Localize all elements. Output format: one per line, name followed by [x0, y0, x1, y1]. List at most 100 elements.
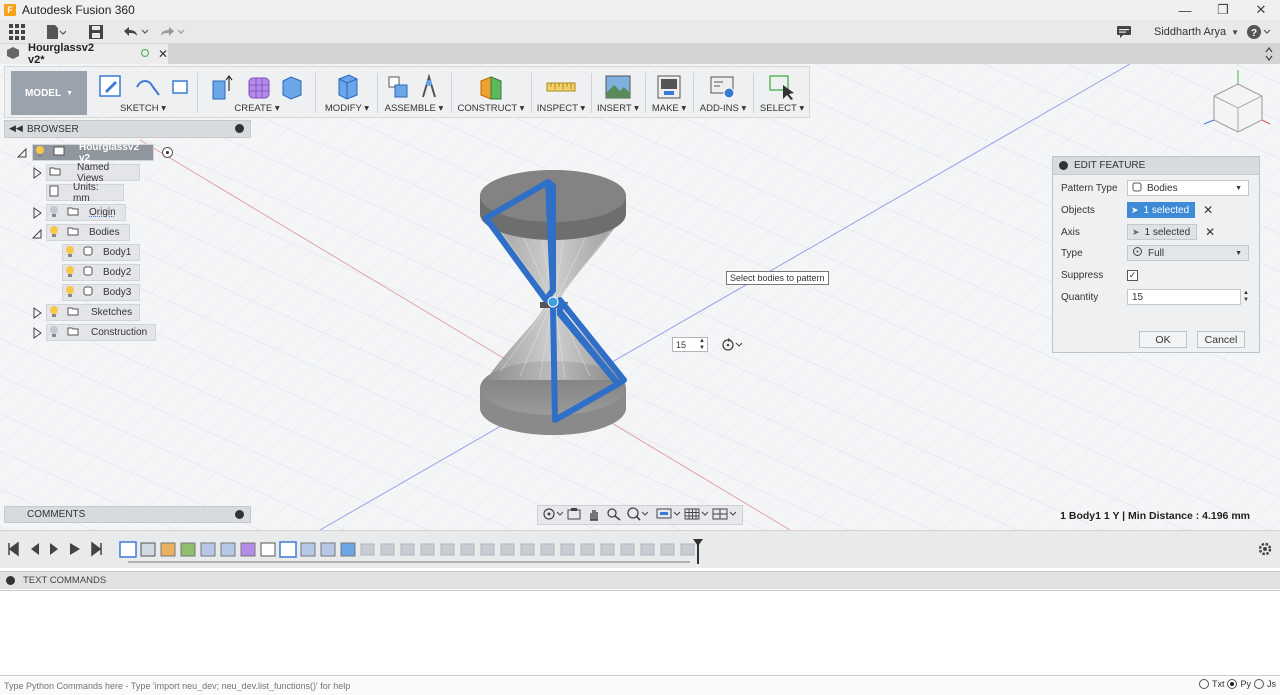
- suppress-checkbox[interactable]: ✓: [1127, 269, 1138, 281]
- dialog-header[interactable]: EDIT FEATURE: [1053, 157, 1259, 175]
- toolbar-group-select[interactable]: SELECT ▾: [757, 71, 807, 115]
- toolbar-group-label: MAKE ▾: [651, 103, 687, 114]
- create-tools-icons: [212, 75, 302, 100]
- undo-icon[interactable]: [120, 23, 150, 41]
- toolbar-group-assemble[interactable]: ASSEMBLE ▾: [381, 71, 447, 115]
- clear-objects-icon[interactable]: ✕: [1203, 203, 1213, 217]
- file-menu-icon[interactable]: [44, 23, 66, 41]
- collapse-icon[interactable]: [17, 146, 27, 158]
- app-grid-icon[interactable]: [8, 23, 26, 41]
- browser-panel-header[interactable]: ◀◀ BROWSER: [4, 120, 251, 138]
- axis-selection-button[interactable]: ➤ 1 selected: [1127, 224, 1198, 240]
- expand-icon[interactable]: [32, 167, 42, 179]
- document-settings-icon: [49, 185, 59, 200]
- help-icon[interactable]: ?: [1246, 23, 1272, 41]
- toolbar-group-modify[interactable]: MODIFY ▾: [321, 71, 373, 115]
- lightbulb-off-icon[interactable]: [49, 325, 59, 340]
- toolbar-group-make[interactable]: MAKE ▾: [649, 71, 689, 115]
- display-settings-icon[interactable]: [656, 507, 681, 524]
- text-commands-output[interactable]: [0, 590, 1280, 676]
- browser-options-icon[interactable]: [235, 124, 244, 133]
- collapse-icon[interactable]: [32, 227, 42, 239]
- timeline-settings-icon[interactable]: [1258, 542, 1272, 556]
- browser-root-node[interactable]: Hourglassv2 v2: [32, 142, 154, 164]
- workspace-mode-button[interactable]: MODEL ▼: [11, 71, 87, 115]
- grid-settings-icon[interactable]: [684, 507, 709, 524]
- toolbar-group-sketch[interactable]: SKETCH ▾: [93, 71, 193, 115]
- viewports-icon[interactable]: [712, 507, 737, 524]
- browser-item-construction[interactable]: Construction: [46, 324, 156, 341]
- expand-icon[interactable]: [32, 207, 42, 219]
- browser-item-body2[interactable]: Body2: [62, 264, 140, 281]
- rotate-full-icon: [1132, 246, 1143, 260]
- add-comment-icon[interactable]: [235, 510, 244, 519]
- radio-py[interactable]: [1227, 679, 1238, 689]
- quantity-input[interactable]: 15: [1127, 289, 1241, 305]
- toolbar-group-add-ins[interactable]: ADD-INS ▾: [697, 71, 749, 115]
- axis-selection-value: 1 selected: [1144, 226, 1191, 238]
- objects-selection-button[interactable]: ➤ 1 selected: [1127, 202, 1196, 218]
- browser-item-named-views[interactable]: Named Views: [46, 162, 140, 184]
- toolbar-group-inspect[interactable]: INSPECT ▾: [535, 71, 587, 115]
- toolbar-divider: [753, 73, 754, 113]
- chevron-down-icon: ▼: [66, 89, 74, 97]
- comments-panel-header[interactable]: COMMENTS: [4, 506, 251, 523]
- pattern-type-label: Pattern Type: [1061, 182, 1118, 194]
- pattern-type-select[interactable]: Bodies ▼: [1127, 180, 1249, 196]
- save-icon[interactable]: [88, 23, 104, 41]
- pan-icon[interactable]: [586, 507, 602, 524]
- browser-item-sketches[interactable]: Sketches: [46, 304, 140, 321]
- close-icon[interactable]: ✕: [1242, 0, 1280, 20]
- lightbulb-icon[interactable]: [35, 145, 45, 160]
- restore-icon[interactable]: ❐: [1204, 0, 1242, 20]
- collapse-dialog-icon[interactable]: [1059, 161, 1068, 170]
- dialog-title: EDIT FEATURE: [1074, 160, 1146, 171]
- toolbar-group-insert[interactable]: INSERT ▾: [595, 71, 641, 115]
- lightbulb-icon[interactable]: [65, 285, 75, 300]
- timeline-playback-controls[interactable]: [8, 541, 102, 557]
- toolbar-group-create[interactable]: CREATE ▾: [203, 71, 311, 115]
- fit-icon[interactable]: [626, 506, 649, 524]
- tab-overflow-icon[interactable]: [1264, 46, 1274, 65]
- quantity-manipulator-input[interactable]: 15 ▲ ▼: [672, 337, 708, 352]
- browser-item-origin[interactable]: Origin: [46, 204, 126, 221]
- collapse-panel-icon[interactable]: ◀◀: [9, 123, 23, 134]
- toolbar-group-label: ASSEMBLE ▾: [384, 103, 444, 114]
- ok-button[interactable]: OK: [1139, 331, 1187, 348]
- lightbulb-icon[interactable]: [49, 305, 59, 320]
- document-tab[interactable]: Hourglassv2 v2* ✕: [0, 42, 168, 66]
- radio-js[interactable]: [1254, 679, 1264, 689]
- cancel-button[interactable]: Cancel: [1197, 331, 1245, 348]
- activate-radio-icon[interactable]: [162, 147, 173, 158]
- lightbulb-icon[interactable]: [65, 265, 75, 280]
- look-at-icon[interactable]: [566, 507, 582, 524]
- python-command-input[interactable]: [0, 678, 1000, 694]
- collapse-text-commands-icon[interactable]: [6, 576, 15, 585]
- expand-icon[interactable]: [32, 307, 42, 319]
- stepper-icon[interactable]: ▲ ▼: [699, 338, 705, 352]
- browser-item-body3[interactable]: Body3: [62, 284, 140, 301]
- user-menu[interactable]: Siddharth Arya ▼: [1154, 23, 1239, 41]
- clear-axis-icon[interactable]: ✕: [1205, 225, 1215, 239]
- toolbar-group-label: ADD-INS ▾: [699, 103, 747, 114]
- minimize-icon[interactable]: —: [1166, 0, 1204, 20]
- lightbulb-icon[interactable]: [49, 225, 59, 240]
- close-tab-icon[interactable]: ✕: [158, 47, 168, 61]
- orbit-icon[interactable]: [542, 507, 564, 524]
- expand-icon[interactable]: [32, 327, 42, 339]
- timeline-feature-icons[interactable]: [119, 541, 695, 558]
- radio-txt[interactable]: [1198, 679, 1209, 689]
- quantity-stepper[interactable]: ▲ ▼: [1243, 290, 1249, 304]
- zoom-icon[interactable]: [606, 507, 622, 524]
- browser-item-units[interactable]: Units: mm: [46, 182, 124, 204]
- text-commands-header[interactable]: TEXT COMMANDS: [0, 571, 1280, 589]
- notifications-icon[interactable]: [1116, 23, 1132, 41]
- type-select[interactable]: Full ▼: [1127, 245, 1249, 261]
- browser-item-body1[interactable]: Body1: [62, 244, 140, 261]
- toolbar-group-construct[interactable]: CONSTRUCT ▾: [455, 71, 527, 115]
- rotate-direction-icon[interactable]: [720, 337, 744, 356]
- browser-item-bodies[interactable]: Bodies: [46, 224, 130, 241]
- redo-icon[interactable]: [156, 23, 186, 41]
- lightbulb-icon[interactable]: [65, 245, 75, 260]
- lightbulb-off-icon[interactable]: [49, 205, 59, 220]
